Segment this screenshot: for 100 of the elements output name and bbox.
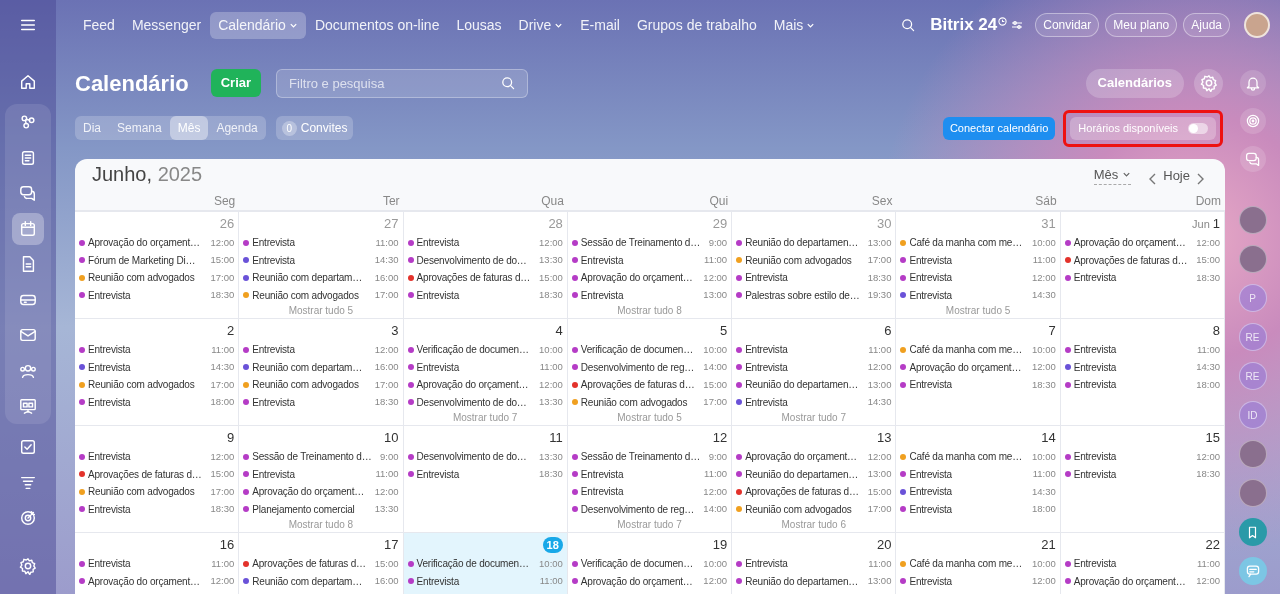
previous-button[interactable] [1149,173,1158,185]
day-cell[interactable]: 14 Café da manha com me… 10:00 Entrevista 11:00 Entrevista 14:30 Entrevista 18:00 [896,426,1061,532]
calendar-event[interactable]: Aprovação do orçament… 12:00 [407,376,563,394]
calendar-event[interactable]: Entrevista 18:00 [79,393,235,411]
calendar-event[interactable]: Entrevista 13:00 [571,286,728,304]
calendar-event[interactable]: Reunião com advogados 17:00 [571,393,728,411]
calendar-event[interactable]: Entrevista 14:30 [1064,358,1220,376]
avatar[interactable] [1238,479,1267,507]
day-cell[interactable]: 29 Sessão de Treinamento d… 9:00 Entrevista 11:00 Aprovação do orçament… 12:00 Entrevista 13:00 Mostrar tudo 8 [567,212,733,318]
settings-button[interactable] [1194,68,1223,98]
calendar-event[interactable]: Reunião com advogados 17:00 [736,500,892,518]
day-cell[interactable]: 16 Entrevista 11:00 Aprovação do orçament… 12:00 [75,533,240,594]
calendar-event[interactable]: Entrevista 11:00 [243,234,399,252]
calendar-event[interactable]: Reunião do departamen… 13:00 [736,572,892,590]
day-cell[interactable]: 30 Reunião do departamen… 13:00 Reunião com advogados 17:00 Entrevista 18:30 Palestras sobre estilo de… 19:30 [732,212,897,318]
calendar-event[interactable]: Reunião com advogados 17:00 [79,483,235,501]
calendar-event[interactable]: Entrevista 11:00 [407,358,563,376]
calendar-event[interactable]: Aprovações de faturas d… 15:00 [407,269,563,287]
calendar-event[interactable]: Entrevista 18:30 [1064,465,1220,483]
calendar-event[interactable]: Entrevista 12:00 [736,358,892,376]
calendar-event[interactable]: Café da manha com me… 10:00 [900,555,1056,573]
calendar-event[interactable]: Entrevista 11:00 [243,465,399,483]
day-cell[interactable]: 2 Entrevista 11:00 Entrevista 14:30 Reunião com advogados 17:00 Entrevista 18:00 [75,319,240,425]
calendar-event[interactable]: Café da manha com me… 10:00 [900,341,1056,359]
calendar-event[interactable]: Entrevista 14:30 [900,286,1056,304]
calendar-event[interactable]: Aprovação do orçament… 12:00 [243,483,399,501]
calendar-event[interactable]: Entrevista 11:00 [79,341,235,359]
calendar-event[interactable]: Aprovação do orçament… 12:00 [571,572,728,590]
day-cell[interactable]: 27 Entrevista 11:00 Entrevista 14:30 Reunião com departam… 16:00 Reunião com advogados 17:00 Mostrar tudo 5 [239,212,404,318]
calendar-event[interactable]: Aprovação do orçament… 12:00 [79,572,235,590]
day-cell[interactable]: 26 Aprovação do orçament… 12:00 Fórum de Marketing Di… 15:00 Reunião com advogados 17:00 Entrevista 18:30 [75,212,240,318]
avatar[interactable] [1238,440,1267,468]
calendar-event[interactable]: Entrevista 18:00 [900,500,1056,518]
calendar-event[interactable]: Desenvolvimento de reg… 14:00 [571,358,728,376]
calendar-event[interactable]: Entrevista 18:30 [1064,269,1220,287]
nav-tab[interactable]: Drive [510,11,572,39]
calendar-event[interactable]: Palestras sobre estilo de… 19:30 [736,286,892,304]
calendar-event[interactable]: Sessão de Treinamento d… 9:00 [571,234,728,252]
calendar-event[interactable]: Entrevista 11:00 [571,251,728,269]
calendar-event[interactable]: Aprovação do orçament… 12:00 [1064,234,1220,252]
calendar-event[interactable]: Entrevista 12:00 [79,448,235,466]
calendar-event[interactable]: Aprovação do orçament… 12:00 [900,358,1056,376]
calendar-event[interactable]: Entrevista 18:30 [79,500,235,518]
today-button[interactable]: Hoje [1163,165,1190,185]
day-cell[interactable]: 17 Aprovações de faturas d… 15:00 Reunião com departam… 16:00 [239,533,404,594]
calendar-event[interactable]: Reunião com advogados 17:00 [736,251,892,269]
calendar-event[interactable]: Verificação de documen… 10:00 [571,555,728,573]
calendar-event[interactable]: Reunião com advogados 17:00 [79,376,235,394]
day-cell[interactable]: 5 Verificação de documen… 10:00 Desenvolvimento de reg… 14:00 Aprovações de faturas d… 15:00 Reunião com advogados 17:00 Mostrar tudo 5 [567,319,733,425]
calendar-event[interactable]: Entrevista 18:30 [736,269,892,287]
calendar-event[interactable]: Entrevista 11:00 [900,465,1056,483]
calendar-event[interactable]: Reunião com advogados 17:00 [243,376,399,394]
calendar-event[interactable]: Reunião com advogados 17:00 [243,286,399,304]
calendar-event[interactable]: Reunião com departam… 16:00 [243,358,399,376]
day-cell[interactable]: 6 Entrevista 11:00 Entrevista 12:00 Reunião do departamen… 13:00 Entrevista 14:30 Mostrar tudo 7 [732,319,897,425]
calendar-event[interactable]: Reunião do departamen… 13:00 [736,376,892,394]
day-cell[interactable]: 8 Entrevista 11:00 Entrevista 14:30 Entrevista 18:00 [1060,319,1225,425]
calendar-event[interactable]: Reunião com departam… 16:00 [243,269,399,287]
calendar-event[interactable]: Aprovações de faturas d… 15:00 [1064,251,1220,269]
calendar-event[interactable]: Entrevista 11:00 [1064,555,1220,573]
calendar-event[interactable]: Aprovação do orçament… 12:00 [1064,572,1220,590]
calendar-event[interactable]: Reunião do departamen… 13:00 [736,465,892,483]
avatar[interactable] [1238,245,1267,273]
chat-button[interactable] [1238,557,1267,585]
calendar-event[interactable]: Entrevista 14:30 [900,483,1056,501]
day-cell[interactable]: 7 Café da manha com me… 10:00 Aprovação do orçament… 12:00 Entrevista 18:30 [896,319,1061,425]
calendar-event[interactable]: Desenvolvimento de do… 13:30 [407,393,563,411]
calendar-event[interactable]: Aprovações de faturas d… 15:00 [571,376,728,394]
calendar-event[interactable]: Entrevista 18:00 [1064,376,1220,394]
day-cell[interactable]: 21 Café da manha com me… 10:00 Entrevista 12:00 [896,533,1061,594]
calendar-event[interactable]: Entrevista 14:30 [243,251,399,269]
rail-button[interactable] [1239,108,1266,134]
calendar-event[interactable]: Entrevista 18:30 [79,286,235,304]
user-avatar[interactable] [1244,12,1270,38]
calendar-event[interactable]: Fórum de Marketing Di… 15:00 [79,251,235,269]
day-cell[interactable]: 11 Desenvolvimento de do… 13:30 Entrevista 18:30 [403,426,568,532]
calendar-event[interactable]: Entrevista 11:00 [736,341,892,359]
calendar-event[interactable]: Entrevista 14:30 [79,358,235,376]
bookmark-button[interactable] [1238,518,1267,546]
calendar-event[interactable]: Verificação de documen… 10:00 [571,341,728,359]
calendar-event[interactable]: Entrevista 14:30 [736,393,892,411]
day-cell[interactable]: 18 Verificação de documen… 10:00 Entrevista 11:00 [403,533,568,594]
day-cell[interactable]: 31 Café da manha com me… 10:00 Entrevista 11:00 Entrevista 12:00 Entrevista 14:30 Mostrar tudo 5 [896,212,1061,318]
calendar-event[interactable]: Verificação de documen… 10:00 [407,555,563,573]
calendar-event[interactable]: Café da manha com me… 10:00 [900,234,1056,252]
calendar-event[interactable]: Entrevista 18:30 [900,376,1056,394]
calendar-event[interactable]: Entrevista 12:00 [900,572,1056,590]
calendar-event[interactable]: Entrevista 11:00 [1064,341,1220,359]
calendar-event[interactable]: Entrevista 18:30 [407,465,563,483]
calendar-event[interactable]: Aprovações de faturas d… 15:00 [736,483,892,501]
rail-button[interactable] [1239,146,1266,172]
day-cell[interactable]: 13 Aprovação do orçament… 12:00 Reunião do departamen… 13:00 Aprovações de faturas d… 15:00 Reunião com advogados 17:00 Mostrar tudo 6 [732,426,897,532]
nav-tab[interactable]: Messenger [123,11,210,39]
day-cell[interactable]: 20 Entrevista 11:00 Reunião do departamen… 13:00 [732,533,897,594]
calendar-event[interactable]: Entrevista 11:00 [571,465,728,483]
day-cell[interactable]: 9 Entrevista 12:00 Aprovações de faturas d… 15:00 Reunião com advogados 17:00 Entrevista 18:30 [75,426,240,532]
calendar-event[interactable]: Reunião do departamen… 13:00 [736,234,892,252]
calendar-event[interactable]: Entrevista 12:00 [407,234,563,252]
nav-tab[interactable]: Documentos on-line [306,11,448,39]
day-cell[interactable]: 22 Entrevista 11:00 Aprovação do orçament… 12:00 [1060,533,1225,594]
